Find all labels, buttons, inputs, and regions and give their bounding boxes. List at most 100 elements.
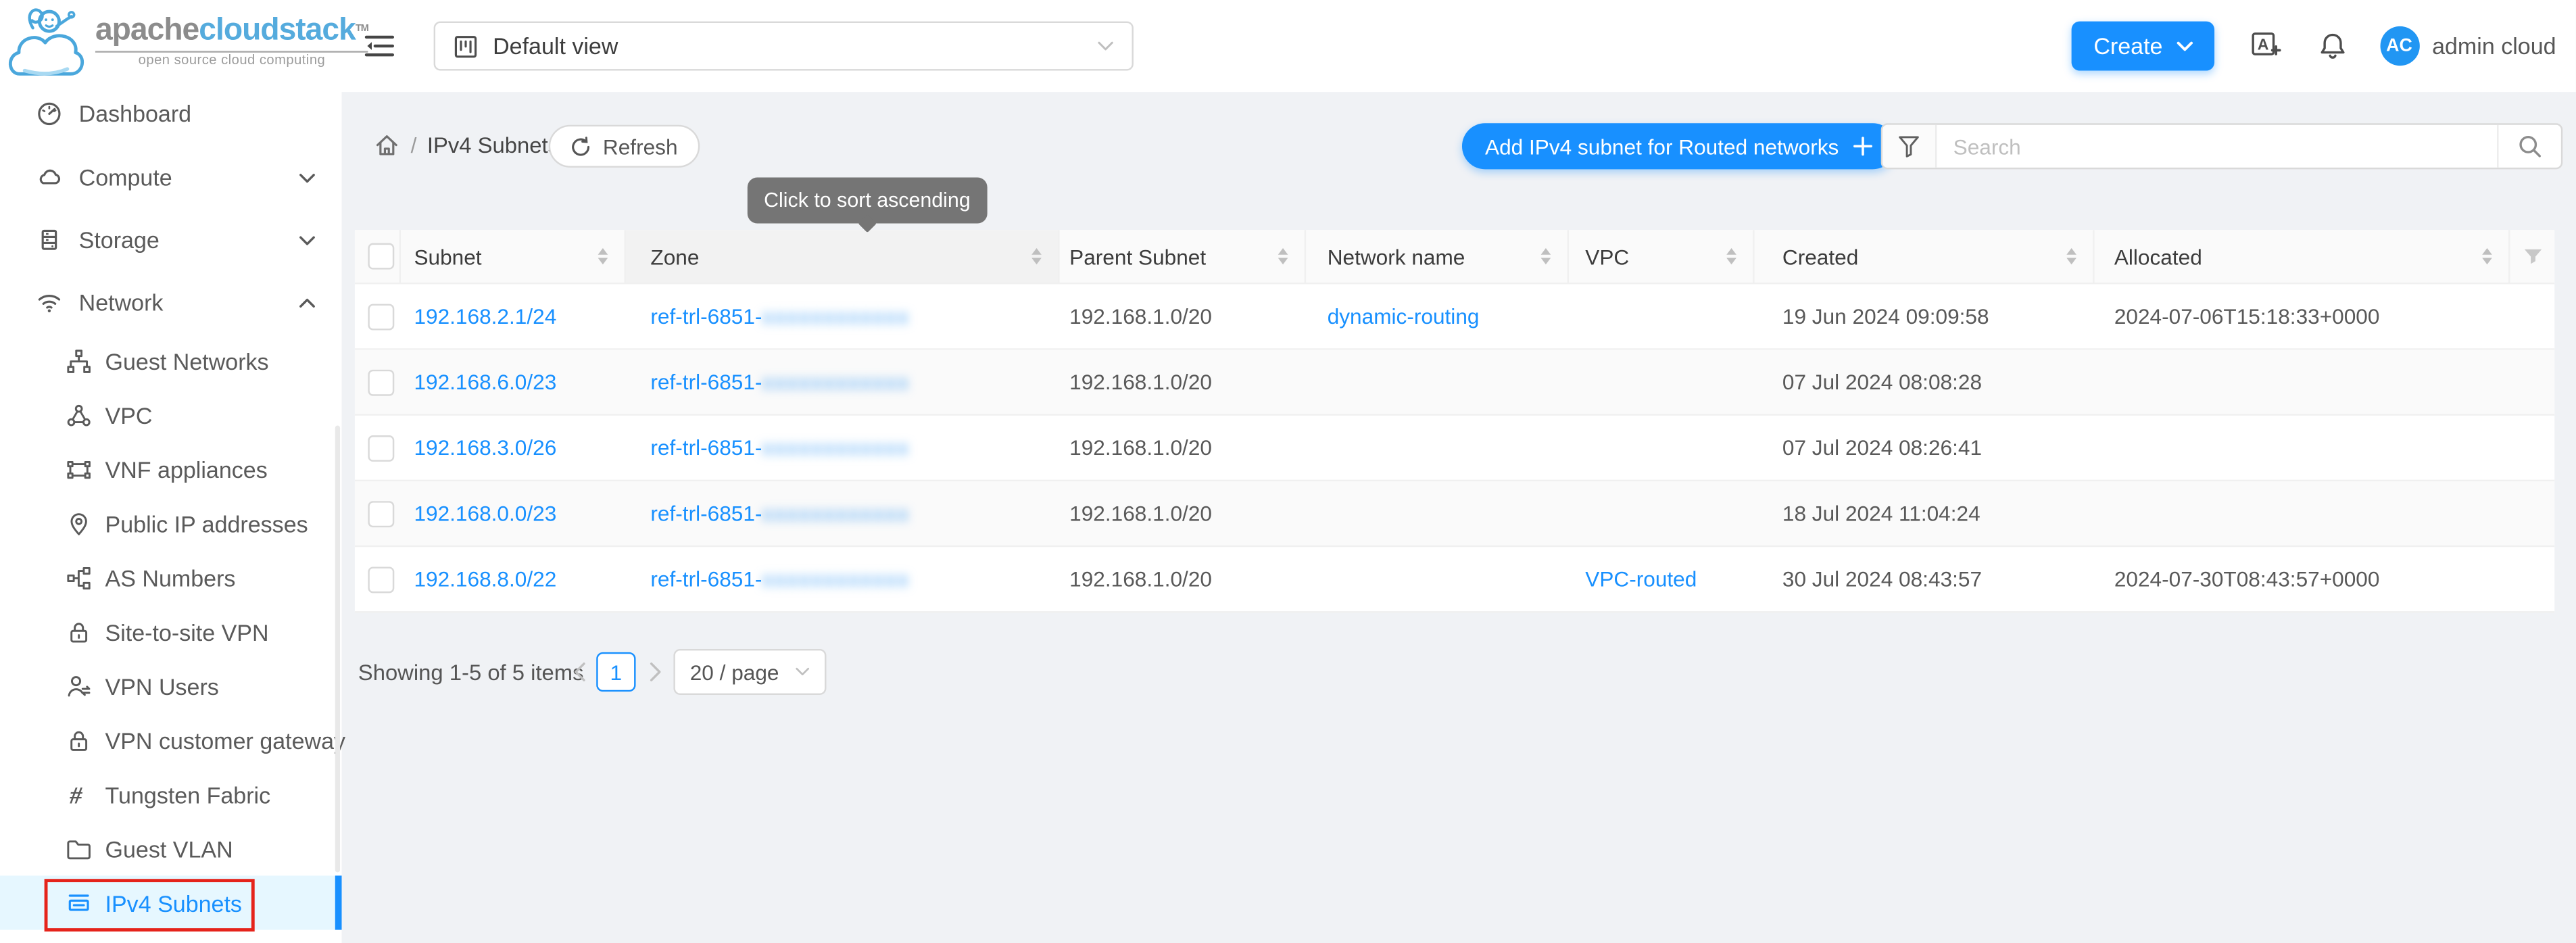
page-size-select[interactable]: 20 / page (673, 649, 827, 695)
row-checkbox[interactable] (368, 369, 394, 395)
sort-icons (1278, 248, 1288, 264)
svg-text:A: A (2257, 36, 2268, 53)
ipv4-subnets-table: Subnet Zone Parent Subnet Network name V… (355, 230, 2554, 612)
sidebar-item-vpn-users[interactable]: VPN Users (0, 659, 342, 713)
column-label: Zone (650, 244, 699, 268)
subnet-link[interactable]: 192.168.6.0/23 (414, 370, 556, 394)
sidebar-scrollbar[interactable] (335, 425, 340, 872)
column-header-subnet[interactable]: Subnet (401, 230, 626, 283)
sidebar-item-storage[interactable]: Storage (0, 209, 342, 271)
topbar-right-cluster: Create A AC admin cloud (2072, 22, 2576, 71)
sidebar-item-guest-vlan[interactable]: Guest VLAN (0, 821, 342, 875)
row-checkbox[interactable] (368, 566, 394, 592)
search-input[interactable] (1937, 125, 2497, 168)
monkey-cloud-logo-icon (5, 5, 87, 80)
created-value: 18 Jul 2024 11:04:24 (1782, 501, 1980, 525)
table-row[interactable]: 192.168.3.0/26 ref-trl-6851-xxxxxxxxxxxx… (355, 416, 2554, 481)
brand-apache: apache (95, 13, 199, 47)
select-all-cell (355, 230, 401, 283)
zone-link[interactable]: ref-trl-6851-xxxxxxxxxxxx (650, 304, 910, 329)
select-all-checkbox[interactable] (368, 243, 394, 270)
created-value: 07 Jul 2024 08:08:28 (1782, 370, 1982, 394)
redacted-zone-text: xxxxxxxxxxxx (762, 304, 910, 329)
zone-link[interactable]: ref-trl-6851-xxxxxxxxxxxx (650, 566, 910, 591)
lock-icon (66, 727, 92, 753)
vpc-link[interactable]: VPC-routed (1585, 566, 1697, 591)
table-row[interactable]: 192.168.2.1/24 ref-trl-6851-xxxxxxxxxxxx… (355, 284, 2554, 349)
created-value: 07 Jul 2024 08:26:41 (1782, 435, 1982, 460)
hash-icon: # (66, 781, 92, 808)
subnet-link[interactable]: 192.168.8.0/22 (414, 566, 556, 591)
zone-link[interactable]: ref-trl-6851-xxxxxxxxxxxx (650, 501, 910, 525)
sidebar-nav: Dashboard Compute Storage Net (0, 80, 342, 929)
page-size-value: 20 / page (690, 660, 779, 684)
chevron-down-icon (299, 234, 315, 245)
menu-fold-icon[interactable] (365, 33, 395, 59)
search-bar (1881, 123, 2563, 169)
parent-subnet-value: 192.168.1.0/20 (1069, 370, 1212, 394)
share-nodes-icon (66, 402, 92, 428)
column-header-network-name[interactable]: Network name (1306, 230, 1569, 283)
subnet-link[interactable]: 192.168.0.0/23 (414, 501, 556, 525)
home-icon[interactable] (374, 133, 399, 158)
sidebar-item-tungsten-fabric[interactable]: # Tungsten Fabric (0, 767, 342, 821)
search-icon[interactable] (2497, 125, 2561, 168)
next-page-icon[interactable] (649, 662, 662, 681)
sidebar-item-vpc[interactable]: VPC (0, 388, 342, 442)
notification-bell-icon[interactable] (2317, 31, 2347, 61)
user-switch-icon (66, 673, 92, 699)
cloudstack-logo[interactable]: apachecloudstackTM open source cloud com… (5, 5, 368, 80)
sidebar-item-vnf-appliances[interactable]: VNF appliances (0, 442, 342, 496)
sidebar-item-dashboard[interactable]: Dashboard (0, 80, 342, 146)
breadcrumb-current: IPv4 Subnets (427, 133, 559, 158)
column-header-zone[interactable]: Zone (626, 230, 1060, 283)
network-name-link[interactable]: dynamic-routing (1328, 304, 1480, 329)
create-button[interactable]: Create (2072, 22, 2214, 71)
avatar[interactable]: AC (2379, 26, 2419, 66)
refresh-button[interactable]: Refresh (549, 125, 699, 168)
table-header-row: Subnet Zone Parent Subnet Network name V… (355, 230, 2554, 284)
svg-text:#: # (69, 781, 82, 808)
project-view-select[interactable]: Default view (434, 22, 1134, 71)
table-row[interactable]: 192.168.6.0/23 ref-trl-6851-xxxxxxxxxxxx… (355, 350, 2554, 416)
zone-link[interactable]: ref-trl-6851-xxxxxxxxxxxx (650, 370, 910, 394)
user-name[interactable]: admin cloud (2432, 33, 2556, 59)
sidebar-item-ipv4-subnets[interactable]: IPv4 Subnets (0, 875, 342, 929)
sort-icons (1541, 248, 1551, 264)
subnet-link[interactable]: 192.168.3.0/26 (414, 435, 556, 460)
column-header-allocated[interactable]: Allocated (2095, 230, 2510, 283)
subnet-link[interactable]: 192.168.2.1/24 (414, 304, 556, 329)
sort-icons (598, 248, 608, 264)
table-row[interactable]: 192.168.0.0/23 ref-trl-6851-xxxxxxxxxxxx… (355, 481, 2554, 547)
column-header-created[interactable]: Created (1755, 230, 2095, 283)
translate-icon[interactable]: A (2250, 31, 2281, 61)
sort-tooltip: Click to sort ascending (748, 177, 987, 223)
org-chart-icon (66, 564, 92, 591)
row-checkbox[interactable] (368, 303, 394, 329)
column-label: Created (1782, 244, 1858, 268)
brand-trademark: TM (356, 24, 368, 34)
parent-subnet-value: 192.168.1.0/20 (1069, 501, 1212, 525)
table-row[interactable]: 192.168.8.0/22 ref-trl-6851-xxxxxxxxxxxx… (355, 547, 2554, 612)
zone-link[interactable]: ref-trl-6851-xxxxxxxxxxxx (650, 435, 910, 460)
table-filter-trigger[interactable] (2510, 230, 2555, 283)
column-label: Network name (1328, 244, 1465, 268)
sidebar-item-site-to-site-vpn[interactable]: Site-to-site VPN (0, 604, 342, 658)
previous-page-icon[interactable] (573, 662, 586, 681)
page-number-button[interactable]: 1 (596, 652, 635, 692)
sidebar-item-label: Network (79, 289, 164, 316)
row-checkbox[interactable] (368, 435, 394, 461)
sidebar-item-as-numbers[interactable]: AS Numbers (0, 550, 342, 604)
column-header-parent-subnet[interactable]: Parent Subnet (1060, 230, 1307, 283)
sidebar-item-vpn-customer-gateway[interactable]: VPN customer gateway (0, 713, 342, 767)
column-header-vpc[interactable]: VPC (1569, 230, 1755, 283)
chevron-down-icon (299, 172, 315, 183)
sidebar-item-guest-networks[interactable]: Guest Networks (0, 333, 342, 387)
row-checkbox[interactable] (368, 500, 394, 527)
sidebar-item-network[interactable]: Network (0, 271, 342, 333)
column-label: Subnet (414, 244, 481, 268)
add-ipv4-subnet-button[interactable]: Add IPv4 subnet for Routed networks (1462, 123, 1896, 169)
sidebar-item-compute[interactable]: Compute (0, 146, 342, 208)
sidebar-item-public-ip-addresses[interactable]: Public IP addresses (0, 496, 342, 550)
filter-funnel-icon[interactable] (1882, 125, 1937, 168)
